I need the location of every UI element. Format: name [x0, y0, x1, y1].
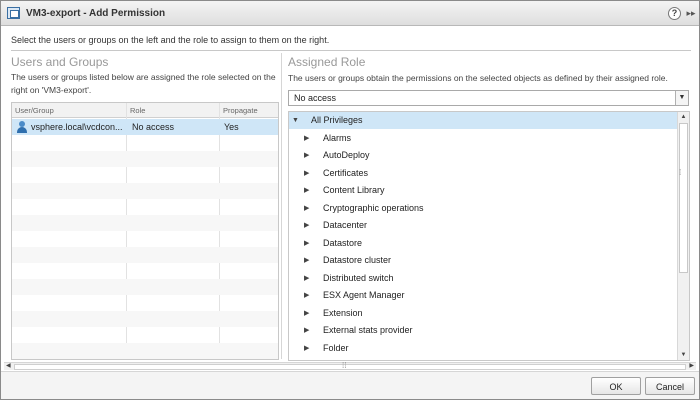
- tree-item[interactable]: ▶ Cryptographic operations: [289, 200, 677, 217]
- collapsed-arrow-icon[interactable]: ▶: [304, 291, 309, 300]
- tree-item[interactable]: ▶ Datacenter: [289, 217, 677, 234]
- role-select-value: No access: [294, 93, 337, 103]
- empty-table-row: [12, 231, 278, 247]
- collapsed-arrow-icon[interactable]: ▶: [304, 239, 309, 248]
- resize-grip-icon[interactable]: ⁞⁞: [342, 361, 346, 370]
- user-icon: [17, 121, 27, 133]
- empty-table-row: [12, 215, 278, 231]
- scrollbar-thumb[interactable]: [14, 364, 686, 370]
- tree-item-label: Datastore cluster: [323, 255, 392, 265]
- tree-item-all-privileges[interactable]: ▼ All Privileges: [289, 112, 677, 129]
- tree-item-label: Datacenter: [323, 220, 368, 230]
- tree-item[interactable]: ▶ External stats provider: [289, 322, 677, 339]
- empty-table-row: [12, 343, 278, 359]
- resize-grip-icon[interactable]: ⁞: [679, 169, 681, 177]
- tree-item-label: AutoDeploy: [323, 150, 370, 160]
- title-bar[interactable]: VM3-export - Add Permission ? ▸▸: [1, 1, 699, 26]
- assigned-role-heading: Assigned Role: [288, 55, 366, 69]
- collapsed-arrow-icon[interactable]: ▶: [304, 221, 309, 230]
- table-row[interactable]: vsphere.local\vcdcon... No access Yes: [12, 119, 278, 135]
- column-header-user-group[interactable]: User/Group: [15, 106, 54, 115]
- users-groups-description: The users or groups listed below are ass…: [11, 72, 276, 95]
- collapsed-arrow-icon[interactable]: ▶: [304, 204, 309, 213]
- cancel-button[interactable]: Cancel: [645, 377, 695, 395]
- horizontal-scrollbar[interactable]: ◀ ⁞⁞ ▶: [4, 361, 696, 370]
- dialog-footer: OK Cancel: [1, 371, 699, 399]
- empty-table-row: [12, 183, 278, 199]
- table-header: User/Group Role Propagate: [12, 103, 278, 118]
- users-groups-table: User/Group Role Propagate vsphere.local\…: [11, 102, 279, 360]
- tree-item-label: Extension: [323, 307, 363, 318]
- scroll-left-arrow-icon[interactable]: ◀: [6, 362, 11, 369]
- role-select[interactable]: No access ▼: [288, 90, 689, 106]
- collapsed-arrow-icon[interactable]: ▶: [304, 256, 309, 265]
- tree-item[interactable]: ▶ AutoDeploy: [289, 147, 677, 164]
- tree-item[interactable]: ▶ Folder: [289, 340, 677, 357]
- tree-item-label: Certificates: [323, 167, 369, 178]
- add-permission-dialog: VM3-export - Add Permission ? ▸▸ Select …: [0, 0, 700, 400]
- collapsed-arrow-icon[interactable]: ▶: [304, 326, 309, 335]
- scroll-up-arrow-icon[interactable]: ▲: [678, 112, 689, 122]
- help-icon[interactable]: ?: [668, 7, 681, 20]
- dialog-window-icon: [7, 7, 20, 19]
- collapsed-arrow-icon[interactable]: ▶: [304, 134, 309, 143]
- user-group-cell: vsphere.local\vcdcon...: [31, 122, 123, 132]
- tree-item[interactable]: ▶ Alarms: [289, 130, 677, 147]
- empty-table-row: [12, 199, 278, 215]
- empty-table-row: [12, 327, 278, 343]
- tree-item-label: Alarms: [323, 132, 352, 143]
- tree-item[interactable]: ▶ Datastore cluster: [289, 252, 677, 269]
- empty-table-row: [12, 135, 278, 151]
- column-header-propagate[interactable]: Propagate: [223, 106, 258, 115]
- empty-table-row: [12, 151, 278, 167]
- tree-item[interactable]: ▶ ESX Agent Manager: [289, 287, 677, 304]
- scrollbar-thumb[interactable]: [679, 123, 688, 273]
- tree-item-label: Distributed switch: [323, 272, 394, 283]
- collapsed-arrow-icon[interactable]: ▶: [304, 344, 309, 353]
- empty-table-row: [12, 263, 278, 279]
- tree-item[interactable]: ▶ Distributed switch: [289, 270, 677, 287]
- propagate-cell: Yes: [224, 122, 239, 132]
- instruction-text: Select the users or groups on the left a…: [11, 35, 330, 45]
- collapsed-arrow-icon[interactable]: ▶: [304, 274, 309, 283]
- ok-button[interactable]: OK: [591, 377, 641, 395]
- panel-splitter[interactable]: [281, 53, 282, 359]
- privileges-tree: ▼ All Privileges ▶ Alarms ▶ AutoDeploy ▶…: [288, 111, 690, 361]
- collapsed-arrow-icon[interactable]: ▶: [304, 169, 309, 178]
- scroll-right-arrow-icon[interactable]: ▶: [689, 362, 694, 369]
- expand-icon[interactable]: ▸▸: [685, 7, 697, 20]
- scroll-down-arrow-icon[interactable]: ▼: [678, 350, 689, 360]
- tree-item-label: All Privileges: [311, 115, 363, 125]
- tree-item-label: Cryptographic operations: [323, 202, 424, 213]
- tree-item-label: Folder: [323, 342, 349, 353]
- column-header-role[interactable]: Role: [130, 106, 145, 115]
- divider-line: [11, 50, 691, 51]
- collapsed-arrow-icon[interactable]: ▶: [304, 151, 309, 160]
- empty-table-row: [12, 311, 278, 327]
- tree-item-label: External stats provider: [323, 325, 413, 335]
- tree-item[interactable]: ▶ Certificates: [289, 165, 677, 182]
- expand-arrow-icon[interactable]: ▼: [292, 116, 299, 125]
- role-cell: No access: [132, 122, 175, 132]
- empty-table-row: [12, 295, 278, 311]
- tree-item[interactable]: ▶ Content Library: [289, 182, 677, 199]
- tree-item[interactable]: ▶ Extension: [289, 305, 677, 322]
- collapsed-arrow-icon[interactable]: ▶: [304, 309, 309, 318]
- chevron-down-icon[interactable]: ▼: [675, 91, 688, 105]
- tree-item-label: ESX Agent Manager: [323, 290, 405, 300]
- tree-item-label: Content Library: [323, 185, 385, 195]
- tree-item-label: Datastore: [323, 237, 363, 248]
- dialog-title: VM3-export - Add Permission: [26, 8, 166, 19]
- empty-table-row: [12, 279, 278, 295]
- vertical-scrollbar[interactable]: ▲ ▼: [677, 112, 689, 360]
- collapsed-arrow-icon[interactable]: ▶: [304, 186, 309, 195]
- assigned-role-description: The users or groups obtain the permissio…: [288, 73, 668, 83]
- empty-table-row: [12, 167, 278, 183]
- empty-table-row: [12, 247, 278, 263]
- users-groups-heading: Users and Groups: [11, 55, 109, 69]
- tree-item[interactable]: ▶ Datastore: [289, 235, 677, 252]
